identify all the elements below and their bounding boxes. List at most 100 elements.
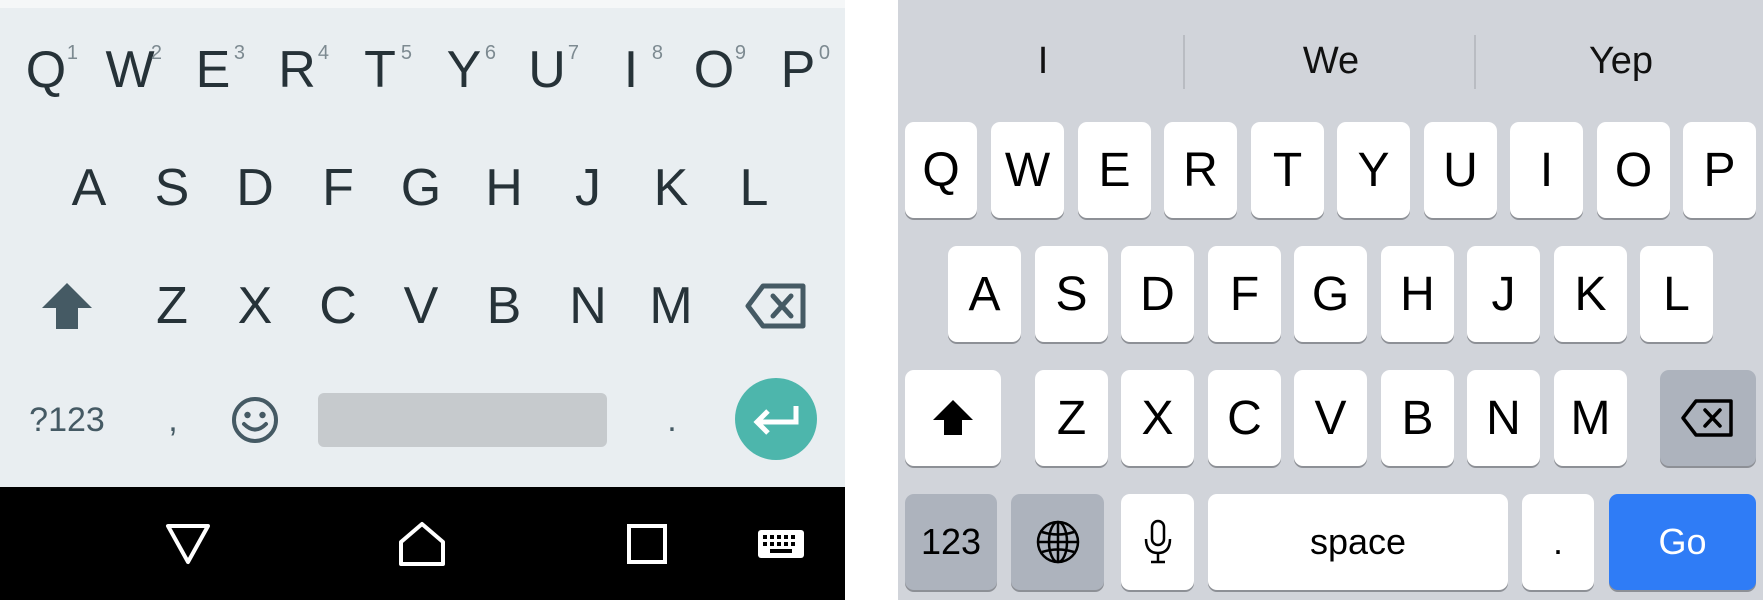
key-t[interactable]: 5T <box>338 30 422 110</box>
enter-return-icon <box>753 406 799 435</box>
key-s[interactable]: S <box>130 148 214 228</box>
symbols-key[interactable]: ?123 <box>25 380 109 460</box>
key-h[interactable]: H <box>1381 246 1454 342</box>
key-w[interactable]: 2W <box>88 30 172 110</box>
key-k[interactable]: K <box>629 148 713 228</box>
number-hint: 0 <box>818 42 830 64</box>
key-n[interactable]: N <box>1467 370 1540 466</box>
key-q[interactable]: Q <box>905 122 977 218</box>
number-hint: 7 <box>567 42 579 64</box>
key-d[interactable]: D <box>1121 246 1194 342</box>
key-a[interactable]: A <box>948 246 1021 342</box>
key-f[interactable]: F <box>1208 246 1281 342</box>
space-bar[interactable]: space <box>1208 494 1508 590</box>
key-g[interactable]: G <box>379 148 463 228</box>
key-i[interactable]: 8I <box>589 30 673 110</box>
android-keyboard: 1Q 2W 3E 4R 5T 6Y 7U 8I 9O 0P A S D F G … <box>0 0 845 600</box>
key-b[interactable]: B <box>462 266 546 346</box>
key-x[interactable]: X <box>213 266 297 346</box>
backspace-key[interactable] <box>734 266 818 346</box>
backspace-key[interactable] <box>1660 370 1756 466</box>
key-letter: P <box>780 41 816 99</box>
key-c[interactable]: C <box>296 266 380 346</box>
period-key[interactable]: . <box>1522 494 1594 590</box>
enter-button[interactable] <box>735 378 817 460</box>
key-letter: R <box>278 41 316 99</box>
go-button[interactable]: Go <box>1609 494 1756 590</box>
ios-keyboard: I We Yep Q W E R T Y U I O P A S D F G H… <box>898 0 1763 600</box>
key-z[interactable]: Z <box>130 266 214 346</box>
key-l[interactable]: L <box>712 148 796 228</box>
key-j[interactable]: J <box>546 148 630 228</box>
shift-key[interactable] <box>905 370 1001 466</box>
home-button[interactable] <box>362 487 482 600</box>
comma-key[interactable]: , <box>131 380 215 460</box>
key-o[interactable]: O <box>1597 122 1670 218</box>
key-r[interactable]: 4R <box>255 30 339 110</box>
recents-button[interactable] <box>587 487 707 600</box>
microphone-icon <box>1144 519 1171 564</box>
number-hint: 2 <box>150 42 162 64</box>
key-letter: Y <box>446 41 482 99</box>
keyboard-icon <box>758 529 804 558</box>
backspace-icon <box>745 283 806 329</box>
suggestion-item[interactable]: I <box>898 28 1188 94</box>
android-keyboard-area: 1Q 2W 3E 4R 5T 6Y 7U 8I 9O 0P A S D F G … <box>0 0 845 487</box>
key-z[interactable]: Z <box>1035 370 1108 466</box>
key-t[interactable]: T <box>1251 122 1324 218</box>
number-hint: 9 <box>734 42 746 64</box>
key-k[interactable]: K <box>1554 246 1627 342</box>
key-d[interactable]: D <box>213 148 297 228</box>
emoji-key[interactable] <box>213 380 297 460</box>
key-y[interactable]: 6Y <box>422 30 506 110</box>
key-y[interactable]: Y <box>1337 122 1410 218</box>
key-u[interactable]: U <box>1424 122 1497 218</box>
key-m[interactable]: M <box>629 266 713 346</box>
key-p[interactable]: 0P <box>756 30 840 110</box>
backspace-icon <box>1681 399 1733 437</box>
dictation-key[interactable] <box>1121 494 1194 590</box>
key-v[interactable]: V <box>1294 370 1367 466</box>
globe-icon <box>1036 520 1079 564</box>
key-s[interactable]: S <box>1035 246 1108 342</box>
key-r[interactable]: R <box>1164 122 1237 218</box>
number-hint: 1 <box>66 42 78 64</box>
back-button[interactable] <box>128 487 248 600</box>
keyboard-top-edge <box>0 0 845 8</box>
key-u[interactable]: 7U <box>505 30 589 110</box>
key-g[interactable]: G <box>1294 246 1367 342</box>
shift-key[interactable] <box>25 266 109 346</box>
key-x[interactable]: X <box>1121 370 1194 466</box>
key-c[interactable]: C <box>1208 370 1281 466</box>
key-f[interactable]: F <box>296 148 380 228</box>
key-p[interactable]: P <box>1683 122 1756 218</box>
number-hint: 3 <box>233 42 245 64</box>
key-e[interactable]: 3E <box>171 30 255 110</box>
suggestion-item[interactable]: We <box>1186 28 1476 94</box>
period-key[interactable]: . <box>630 380 714 460</box>
numbers-key[interactable]: 123 <box>905 494 997 590</box>
shift-arrow-icon <box>933 400 973 435</box>
recents-square-icon <box>627 523 667 564</box>
key-j[interactable]: J <box>1467 246 1540 342</box>
key-v[interactable]: V <box>379 266 463 346</box>
key-i[interactable]: I <box>1510 122 1583 218</box>
key-letter: Q <box>25 41 67 99</box>
key-a[interactable]: A <box>47 148 131 228</box>
key-w[interactable]: W <box>991 122 1064 218</box>
key-n[interactable]: N <box>546 266 630 346</box>
key-h[interactable]: H <box>462 148 546 228</box>
key-q[interactable]: 1Q <box>4 30 88 110</box>
keyboard-switch-button[interactable] <box>721 487 841 600</box>
key-m[interactable]: M <box>1554 370 1627 466</box>
back-triangle-icon <box>166 523 210 564</box>
key-b[interactable]: B <box>1381 370 1454 466</box>
suggestion-item[interactable]: Yep <box>1476 28 1763 94</box>
space-bar[interactable] <box>318 393 607 447</box>
home-icon <box>399 521 445 566</box>
globe-key[interactable] <box>1011 494 1104 590</box>
key-e[interactable]: E <box>1078 122 1151 218</box>
number-hint: 4 <box>317 42 329 64</box>
key-l[interactable]: L <box>1640 246 1713 342</box>
key-o[interactable]: 9O <box>672 30 756 110</box>
